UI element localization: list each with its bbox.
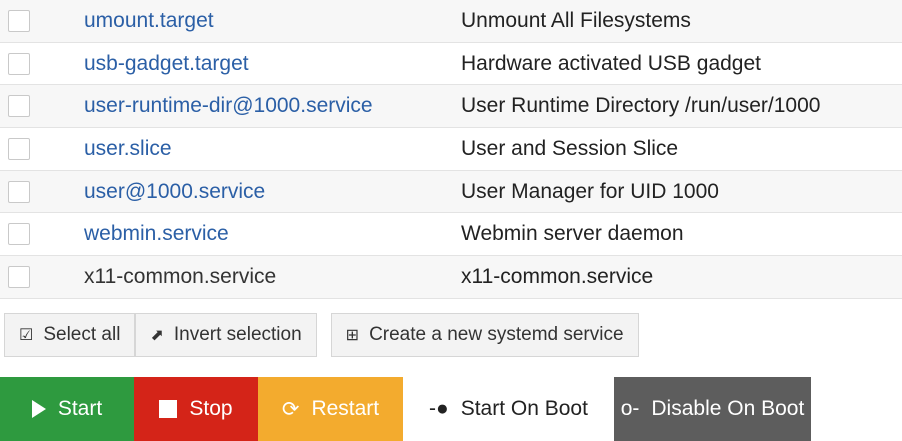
row-checkbox[interactable] [8, 9, 30, 32]
start-label: Start [57, 397, 103, 420]
unit-description: User Runtime Directory /run/user/1000 [461, 94, 821, 118]
table-row: x11-common.service x11-common.service [0, 256, 902, 299]
table-row: user.slice User and Session Slice [0, 128, 902, 171]
unit-name-link[interactable]: usb-gadget.target [84, 52, 249, 76]
disable-on-boot-button[interactable]: o- Disable On Boot [614, 377, 811, 441]
table-row: webmin.service Webmin server daemon [0, 213, 902, 257]
checkbox-checked-icon: ☑ [19, 327, 34, 344]
start-on-boot-button[interactable]: -● Start On Boot [403, 377, 614, 441]
unit-description: Webmin server daemon [461, 222, 684, 246]
unit-description: Unmount All Filesystems [461, 8, 691, 32]
restart-button[interactable]: ⟳ Restart [258, 377, 403, 441]
table-row: usb-gadget.target Hardware activated USB… [0, 42, 902, 86]
start-on-boot-label: Start On Boot [460, 397, 588, 420]
invert-icon: ⬈ [150, 327, 164, 344]
action-toolbar: Start Stop ⟳ Restart -● Start On Boot o-… [0, 377, 811, 441]
unit-name: x11-common.service [84, 264, 277, 288]
row-checkbox[interactable] [8, 137, 30, 160]
unit-description: User Manager for UID 1000 [461, 179, 719, 203]
unit-description: x11-common.service [461, 264, 654, 288]
create-service-button[interactable]: ⊞ Create a new systemd service [330, 313, 639, 357]
invert-selection-label: Invert selection [173, 324, 302, 345]
stop-label: Stop [189, 397, 233, 420]
table-row: umount.target Unmount All Filesystems [0, 0, 902, 43]
plus-square-icon: ⊞ [345, 327, 360, 344]
toggle-on-icon: -● [429, 397, 449, 420]
table-row: user-runtime-dir@1000.service User Runti… [0, 85, 902, 129]
row-checkbox[interactable] [8, 95, 30, 118]
unit-name-link[interactable]: user@1000.service [84, 180, 265, 204]
toggle-off-icon: o- [620, 397, 640, 420]
unit-description: User and Session Slice [461, 136, 679, 160]
unit-name-link[interactable]: user.slice [84, 137, 172, 161]
stop-icon [159, 400, 178, 418]
row-checkbox[interactable] [8, 52, 30, 75]
table-row: user@1000.service User Manager for UID 1… [0, 170, 902, 214]
select-all-button[interactable]: ☑ Select all [4, 313, 136, 357]
units-table: umount.target Unmount All Filesystems us… [0, 0, 902, 299]
row-checkbox[interactable] [8, 223, 30, 246]
unit-name-link[interactable]: webmin.service [84, 222, 229, 246]
invert-selection-button[interactable]: ⬈ Invert selection [135, 313, 317, 357]
unit-description: Hardware activated USB gadget [461, 51, 761, 75]
unit-name-link[interactable]: umount.target [84, 9, 214, 33]
unit-name-link[interactable]: user-runtime-dir@1000.service [84, 94, 373, 118]
start-button[interactable]: Start [0, 377, 134, 441]
play-icon [31, 400, 46, 418]
row-checkbox[interactable] [8, 265, 30, 288]
refresh-icon: ⟳ [281, 397, 300, 421]
stop-button[interactable]: Stop [134, 377, 258, 441]
create-service-label: Create a new systemd service [369, 324, 624, 345]
select-all-label: Select all [43, 324, 121, 345]
restart-label: Restart [311, 397, 380, 420]
disable-on-boot-label: Disable On Boot [651, 397, 805, 420]
selection-toolbar: ☑ Select all ⬈ Invert selection ⊞ Create… [4, 313, 639, 357]
row-checkbox[interactable] [8, 180, 30, 203]
